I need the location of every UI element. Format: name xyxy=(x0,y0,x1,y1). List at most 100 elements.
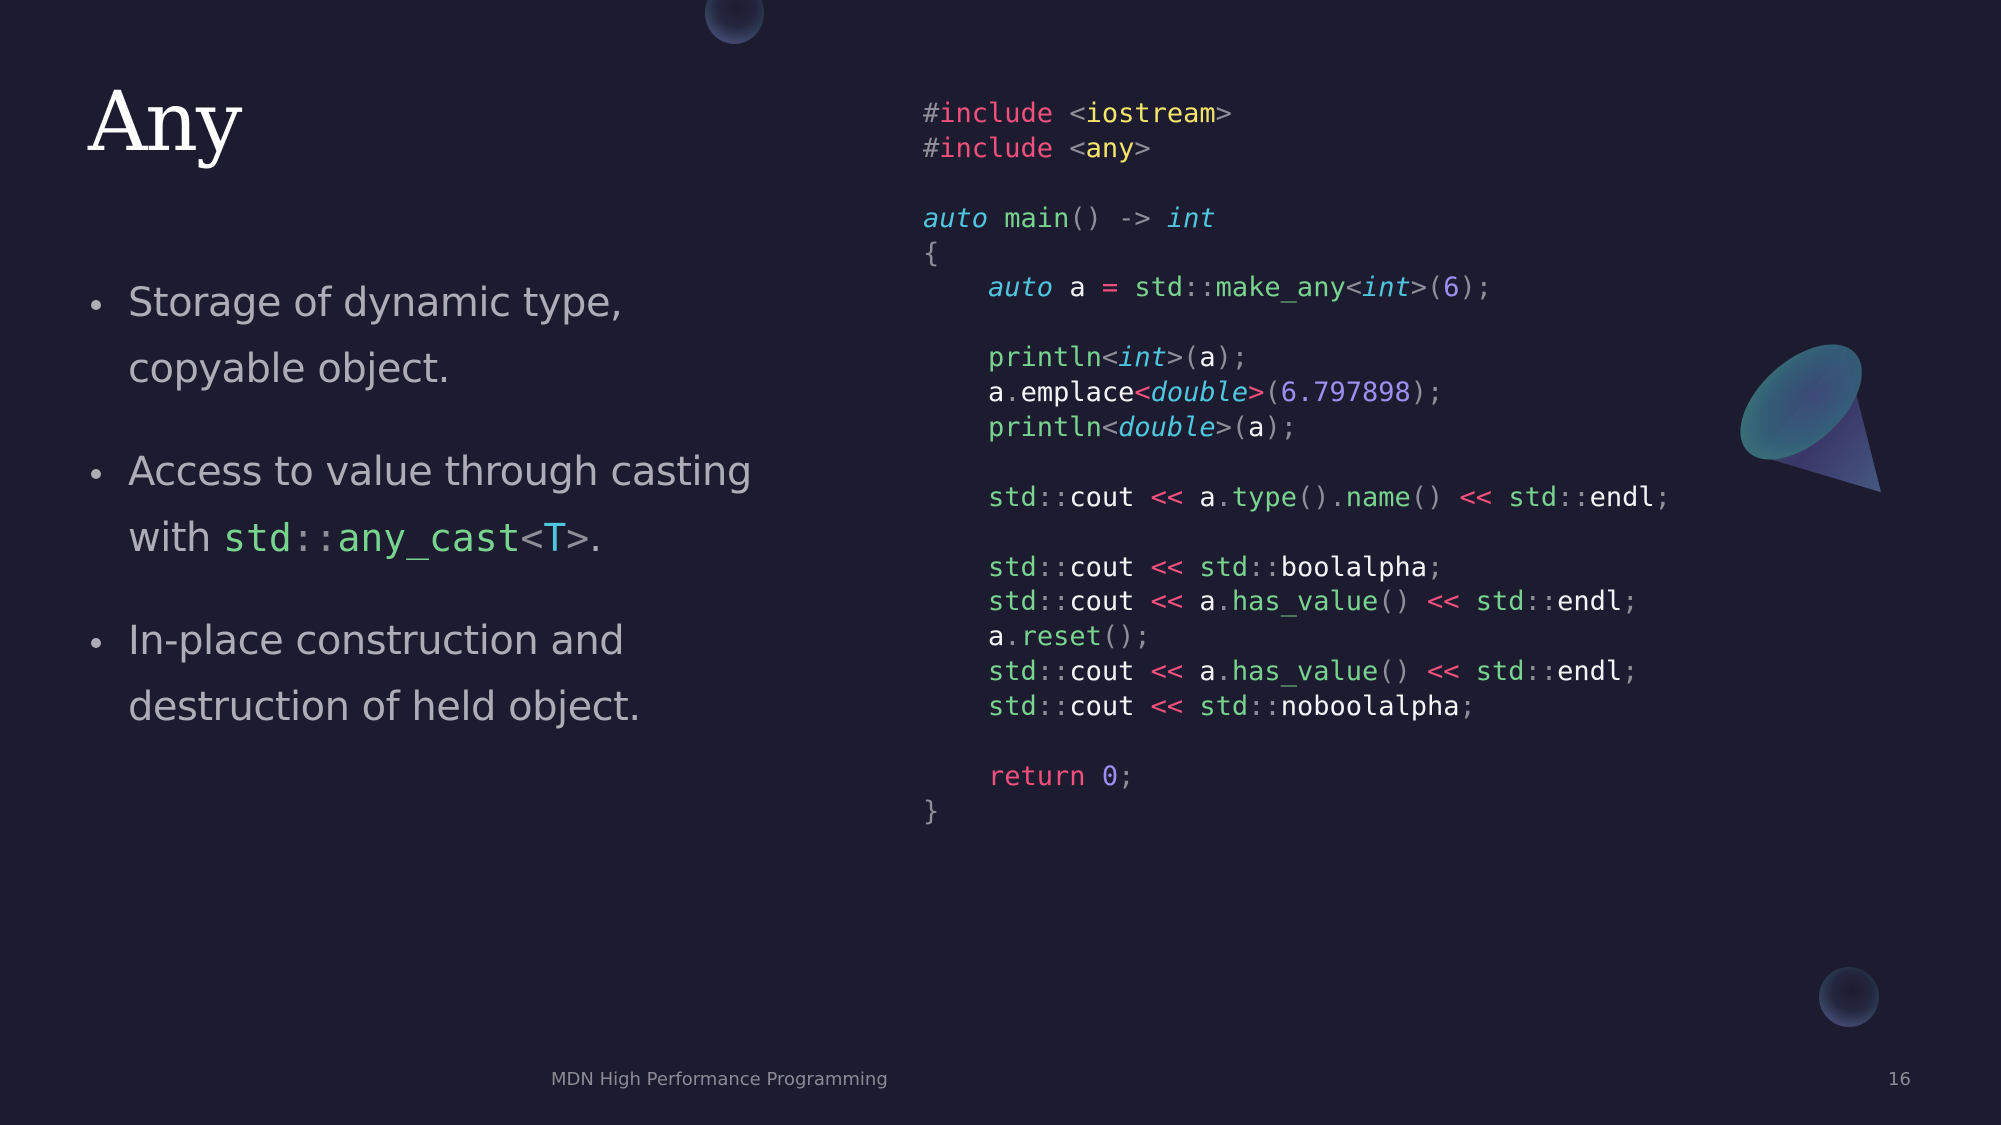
code-token: std xyxy=(988,656,1037,688)
code-token: << xyxy=(1150,691,1184,723)
code-token: << xyxy=(1150,481,1184,513)
code-token: type xyxy=(1231,481,1297,513)
code-token: return xyxy=(988,760,1086,792)
code-line: auto a = std::make_any<int>(6); xyxy=(923,271,1671,306)
code-token: iostream xyxy=(1085,98,1216,129)
code-token: < xyxy=(1101,342,1119,374)
decorative-sphere-top xyxy=(705,0,764,44)
code-token: endl xyxy=(1557,586,1623,618)
code-token: std xyxy=(988,691,1037,723)
footer-text: MDN High Performance Programming xyxy=(551,1069,888,1090)
code-token: make_any xyxy=(1215,272,1346,304)
code-token: ; xyxy=(1654,481,1671,513)
code-token: endl xyxy=(1589,481,1655,513)
code-line: println<int>(a); xyxy=(923,341,1671,376)
code-token: emplace xyxy=(1020,377,1135,409)
code-token: ( xyxy=(1231,412,1249,444)
code-token: :: xyxy=(1248,691,1281,723)
code-line: a.reset(); xyxy=(923,620,1671,655)
code-token: ); xyxy=(1264,412,1297,444)
bullet-item-access: Access to value through casting with std… xyxy=(88,439,808,571)
code-line: std::cout << a.has_value() << std::endl; xyxy=(923,655,1671,690)
code-token: 0 xyxy=(1101,760,1119,792)
code-token: > xyxy=(1215,412,1232,444)
code-token: endl xyxy=(1557,656,1623,688)
code-line: return 0; xyxy=(923,760,1671,795)
code-token: has_value xyxy=(1231,656,1379,688)
code-token: std xyxy=(1183,551,1249,583)
code-token: :: xyxy=(1524,586,1558,618)
decorative-cone-icon xyxy=(1740,344,1882,493)
code-line: std::cout << a.has_value() << std::endl; xyxy=(923,585,1671,620)
bullet-item-in-place: In-place construction and destruction of… xyxy=(88,608,808,740)
code-token: < xyxy=(1345,272,1362,304)
code-token: cout xyxy=(1069,691,1135,723)
code-token: auto xyxy=(988,272,1054,304)
code-token: a xyxy=(1183,656,1216,688)
code-token: main xyxy=(1004,202,1070,234)
code-token: ; xyxy=(1622,656,1639,688)
code-token: a xyxy=(1248,412,1265,444)
code-token: . xyxy=(1004,377,1021,409)
code-token: :: xyxy=(1036,481,1070,513)
inline-code-any-cast: std::any_cast<T> xyxy=(223,516,589,560)
code-token: :: xyxy=(1036,656,1070,688)
slide-title: Any xyxy=(88,75,242,170)
code-token: ; xyxy=(1622,586,1639,618)
code-line: a.emplace<double>(6.797898); xyxy=(923,376,1671,411)
code-token: ); xyxy=(1459,272,1493,304)
code-token: :: xyxy=(1248,551,1281,583)
code-token: cout xyxy=(1069,551,1135,583)
code-token: println xyxy=(988,412,1102,444)
code-angle-open: < xyxy=(520,516,544,560)
code-token: 6 xyxy=(1443,272,1460,304)
code-token: :: xyxy=(1036,691,1070,723)
code-token: boolalpha xyxy=(1280,551,1427,583)
code-token: reset xyxy=(1020,621,1102,653)
code-line: std::cout << std::noboolalpha; xyxy=(923,690,1671,725)
code-token: . xyxy=(1215,481,1232,513)
code-token: int xyxy=(1166,202,1216,234)
code-token: noboolalpha xyxy=(1280,691,1460,723)
code-token: println xyxy=(988,342,1102,374)
code-scope-operator: :: xyxy=(291,516,338,560)
code-token: a xyxy=(1183,586,1216,618)
code-token: include xyxy=(939,98,1054,129)
bullet-item-storage: Storage of dynamic type, copyable object… xyxy=(88,270,808,402)
code-token: < xyxy=(1101,412,1119,444)
code-token: > xyxy=(1410,272,1428,304)
code-token: ( xyxy=(1427,272,1444,304)
code-token: ; xyxy=(1459,691,1476,723)
code-token: 6.797898 xyxy=(1280,377,1411,409)
code-token: (); xyxy=(1101,621,1151,653)
code-token: () xyxy=(1378,586,1411,618)
code-token: a xyxy=(988,621,1005,653)
code-token: << xyxy=(1459,481,1493,513)
code-token: double xyxy=(1118,412,1216,444)
code-line: } xyxy=(923,795,1671,830)
code-token: -> xyxy=(1101,202,1167,234)
code-token: > xyxy=(1215,98,1232,129)
code-token: :: xyxy=(1524,656,1558,688)
code-token: } xyxy=(923,795,940,827)
code-token: () xyxy=(1378,656,1411,688)
code-token: << xyxy=(1427,656,1460,688)
code-token: has_value xyxy=(1231,586,1379,618)
